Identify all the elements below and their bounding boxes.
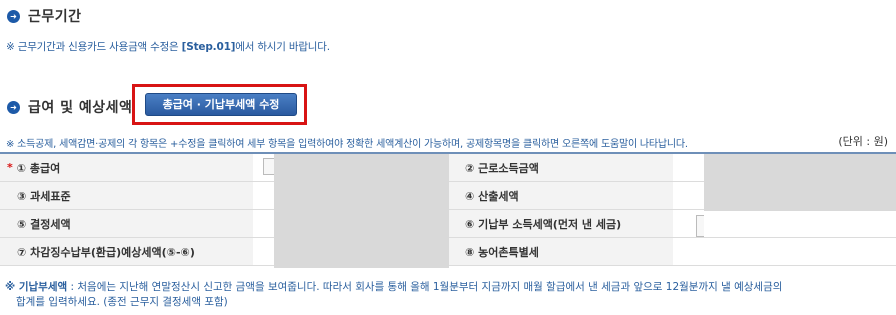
- total-salary-input-stub[interactable]: [263, 158, 274, 175]
- footnote-line2: 합계를 입력하세요. (종전 근무지 결정세액 포함): [16, 296, 228, 308]
- prepaid-tax-value[interactable]: [673, 210, 896, 237]
- calculated-tax-label: ④ 산출세액: [448, 182, 673, 209]
- required-mark: *: [7, 161, 13, 174]
- expected-tax-label: ⑦ 차감징수납부(환급)예상세액(⑤-⑥): [0, 238, 253, 265]
- prepaid-tax-footnote: ※ 기납부세액 : 처음에는 지난해 연말정산시 신고한 금액을 보여줍니다. …: [5, 279, 782, 294]
- footnote-term: ※ 기납부세액: [5, 281, 68, 293]
- section-title-work-period: 근무기간: [28, 9, 82, 25]
- edit-salary-tax-button[interactable]: 총급여 · 기납부세액 수정: [145, 93, 297, 116]
- masked-values-left: [274, 154, 449, 268]
- table-label: * ① 총급여: [0, 154, 253, 181]
- footnote-line1: : 처음에는 지난해 연말정산시 신고한 금액을 보여줍니다. 따라서 회사를 …: [67, 281, 783, 293]
- step01-link[interactable]: [Step.01]: [182, 41, 236, 53]
- tax-base-label: ③ 과세표준: [0, 182, 253, 209]
- arrow-circle-icon: ➜: [7, 100, 20, 114]
- prepaid-tax-input-stub[interactable]: [696, 215, 704, 237]
- rural-special-tax-label: ⑧ 농어촌특별세: [448, 238, 673, 265]
- prepaid-tax-label: ⑥ 기납부 소득세액(먼저 낸 세금): [448, 210, 673, 237]
- masked-values-right: [704, 154, 896, 211]
- section-header-work-period: ➜ 근무기간: [7, 6, 82, 26]
- section-title-salary-tax: 급여 및 예상세액: [28, 100, 133, 116]
- note-prefix: ※ 근무기간과 신용카드 사용금액 수정은: [6, 41, 182, 53]
- section-header-salary-tax: ➜ 급여 및 예상세액: [7, 97, 132, 117]
- determined-tax-label: ⑤ 결정세액: [0, 210, 253, 237]
- note-suffix: 에서 하시기 바랍니다.: [235, 41, 330, 53]
- deduction-note: ※ 소득공제, 세액감면·공제의 각 항목은 +수정을 클릭하여 세부 항목을 …: [6, 139, 688, 150]
- work-period-note: ※ 근무기간과 신용카드 사용금액 수정은 [Step.01]에서 하시기 바랍…: [6, 39, 330, 54]
- earned-income-label: ② 근로소득금액: [448, 154, 673, 181]
- rural-special-tax-value: [673, 238, 896, 265]
- arrow-circle-icon: ➜: [7, 9, 20, 23]
- total-salary-label: ① 총급여: [16, 161, 61, 175]
- unit-label: (단위 : 원): [838, 135, 888, 148]
